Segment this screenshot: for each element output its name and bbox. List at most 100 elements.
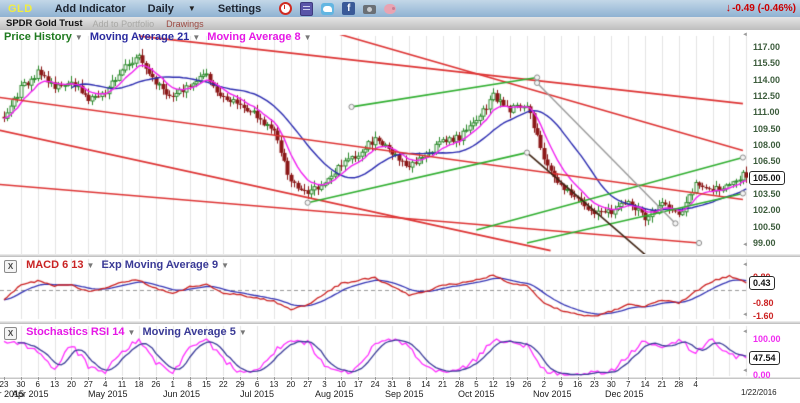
macd-panel-header: X MACD 6 13▼ Exp Moving Average 9▼	[4, 259, 233, 273]
date-tick-label: 4	[687, 380, 705, 389]
date-tick-label: 4	[96, 380, 114, 389]
date-tick-label: 26	[518, 380, 536, 389]
stoch-current-value: 47.54	[749, 351, 780, 365]
scroll-arrow-icon[interactable]: ◄	[742, 368, 748, 374]
scroll-arrow-icon[interactable]: ◄	[742, 312, 748, 318]
notes-icon[interactable]	[300, 2, 313, 16]
stoch-ma-dropdown[interactable]: Moving Average 5	[142, 326, 235, 338]
chevron-down-icon[interactable]: ▼	[192, 33, 200, 42]
camera-snapshot-icon[interactable]	[363, 5, 376, 14]
chevron-down-icon[interactable]: ▼	[75, 33, 83, 42]
month-label: Oct 2015	[458, 389, 495, 399]
macd-axis-label: -1.60	[753, 311, 774, 321]
end-date-label: 1/22/2016	[741, 388, 777, 397]
date-tick-label: 18	[130, 380, 148, 389]
stoch-dropdown[interactable]: Stochastics RSI 14	[26, 326, 124, 338]
month-label: Dec 2015	[605, 389, 644, 399]
month-label: Jul 2015	[240, 389, 274, 399]
date-tick-label: 15	[197, 380, 215, 389]
price-current-value: 105.00	[749, 171, 785, 185]
symbol-label[interactable]: GLD	[8, 3, 33, 15]
chevron-down-icon[interactable]: ▼	[221, 261, 229, 270]
stoch-axis-label: 0.00	[753, 370, 771, 380]
date-tick-label: 14	[636, 380, 654, 389]
price-axis-label: 106.50	[753, 156, 781, 166]
price-axis-label: 108.00	[753, 140, 781, 150]
price-panel-header: Price History▼ Moving Average 21▼ Moving…	[4, 31, 316, 43]
chevron-down-icon[interactable]: ▼	[304, 33, 312, 42]
date-tick-label: 1	[164, 380, 182, 389]
price-history-dropdown[interactable]: Price History	[4, 31, 72, 43]
facebook-icon[interactable]: f	[342, 2, 355, 15]
price-axis-label: 117.00	[753, 42, 780, 52]
date-tick-label: 6	[248, 380, 266, 389]
ma21-dropdown[interactable]: Moving Average 21	[90, 31, 189, 43]
macd-close-button[interactable]: X	[4, 260, 17, 273]
date-tick-label: 27	[299, 380, 317, 389]
chevron-down-icon[interactable]: ▼	[239, 328, 247, 337]
date-tick-label: 20	[62, 380, 80, 389]
date-tick-label: 28	[450, 380, 468, 389]
price-axis-label: 114.00	[753, 75, 780, 85]
top-toolbar: GLD Add Indicator Daily ▼ Settings f ↓-0…	[0, 0, 800, 17]
price-axis-label: 111.00	[753, 107, 780, 117]
date-tick-label: 27	[79, 380, 97, 389]
date-tick-label: 30	[12, 380, 30, 389]
date-tick-label: 8	[181, 380, 199, 389]
month-label: Nov 2015	[533, 389, 572, 399]
month-label: Sep 2015	[385, 389, 424, 399]
price-change-readout: ↓-0.49 (-0.46%)	[726, 2, 796, 14]
add-indicator-button[interactable]: Add Indicator	[55, 3, 126, 15]
date-tick-label: 23	[585, 380, 603, 389]
macd-ma-dropdown[interactable]: Exp Moving Average 9	[102, 259, 219, 271]
piggy-bank-icon[interactable]	[384, 4, 396, 14]
timeframe-caret-icon[interactable]: ▼	[188, 4, 196, 13]
stoch-close-button[interactable]: X	[4, 327, 17, 340]
stoch-panel-header: X Stochastics RSI 14 ▼ Moving Average 5 ▼	[4, 326, 251, 340]
scroll-arrow-icon[interactable]: ◄	[742, 262, 748, 268]
add-to-portfolio-link[interactable]: Add to Portfolio	[93, 19, 155, 29]
date-tick-label: 8	[400, 380, 418, 389]
date-tick-label: 2	[535, 380, 553, 389]
price-axis-label: 115.50	[753, 58, 780, 68]
month-label: Jun 2015	[163, 389, 200, 399]
macd-dropdown[interactable]: MACD 6 13	[26, 259, 83, 271]
date-tick-label: 30	[602, 380, 620, 389]
chevron-down-icon[interactable]: ▼	[128, 328, 136, 337]
date-tick-label: 17	[349, 380, 367, 389]
price-axis-label: 103.50	[753, 189, 781, 199]
date-tick-label: 22	[214, 380, 232, 389]
price-axis-label: 99.00	[753, 238, 776, 248]
settings-button[interactable]: Settings	[218, 3, 261, 15]
price-axis-label: 100.50	[753, 222, 781, 232]
month-label: May 2015	[88, 389, 128, 399]
date-tick-label: 12	[484, 380, 502, 389]
twitter-icon[interactable]	[321, 3, 334, 15]
date-tick-label: 19	[501, 380, 519, 389]
date-tick-label: 6	[29, 380, 47, 389]
timeframe-dropdown[interactable]: Daily	[148, 3, 174, 15]
date-tick-label: 31	[383, 380, 401, 389]
date-tick-label: 29	[231, 380, 249, 389]
date-tick-label: 26	[147, 380, 165, 389]
price-axis-label: 109.50	[753, 124, 781, 134]
scroll-arrow-icon[interactable]: ◄	[742, 242, 748, 248]
down-arrow-icon: ↓	[726, 2, 732, 14]
date-tick-label: 7	[619, 380, 637, 389]
date-tick-label: 10	[332, 380, 350, 389]
macd-axis-label: -0.80	[753, 298, 774, 308]
toolbar-icons: f	[279, 2, 396, 16]
drawings-link[interactable]: Drawings	[166, 19, 204, 29]
date-tick-label: 13	[265, 380, 283, 389]
month-label: Apr 2015	[12, 389, 49, 399]
chevron-down-icon[interactable]: ▼	[87, 261, 95, 270]
scroll-arrow-icon[interactable]: ◄	[742, 329, 748, 335]
alarm-icon[interactable]	[279, 2, 292, 15]
ma8-dropdown[interactable]: Moving Average 8	[207, 31, 300, 43]
date-tick-label: 28	[670, 380, 688, 389]
stoch-axis-label: 100.00	[753, 334, 781, 344]
price-chart-canvas[interactable]	[0, 30, 748, 254]
scroll-arrow-icon[interactable]: ◄	[742, 32, 748, 38]
date-tick-label: 20	[282, 380, 300, 389]
date-tick-label: 14	[417, 380, 435, 389]
